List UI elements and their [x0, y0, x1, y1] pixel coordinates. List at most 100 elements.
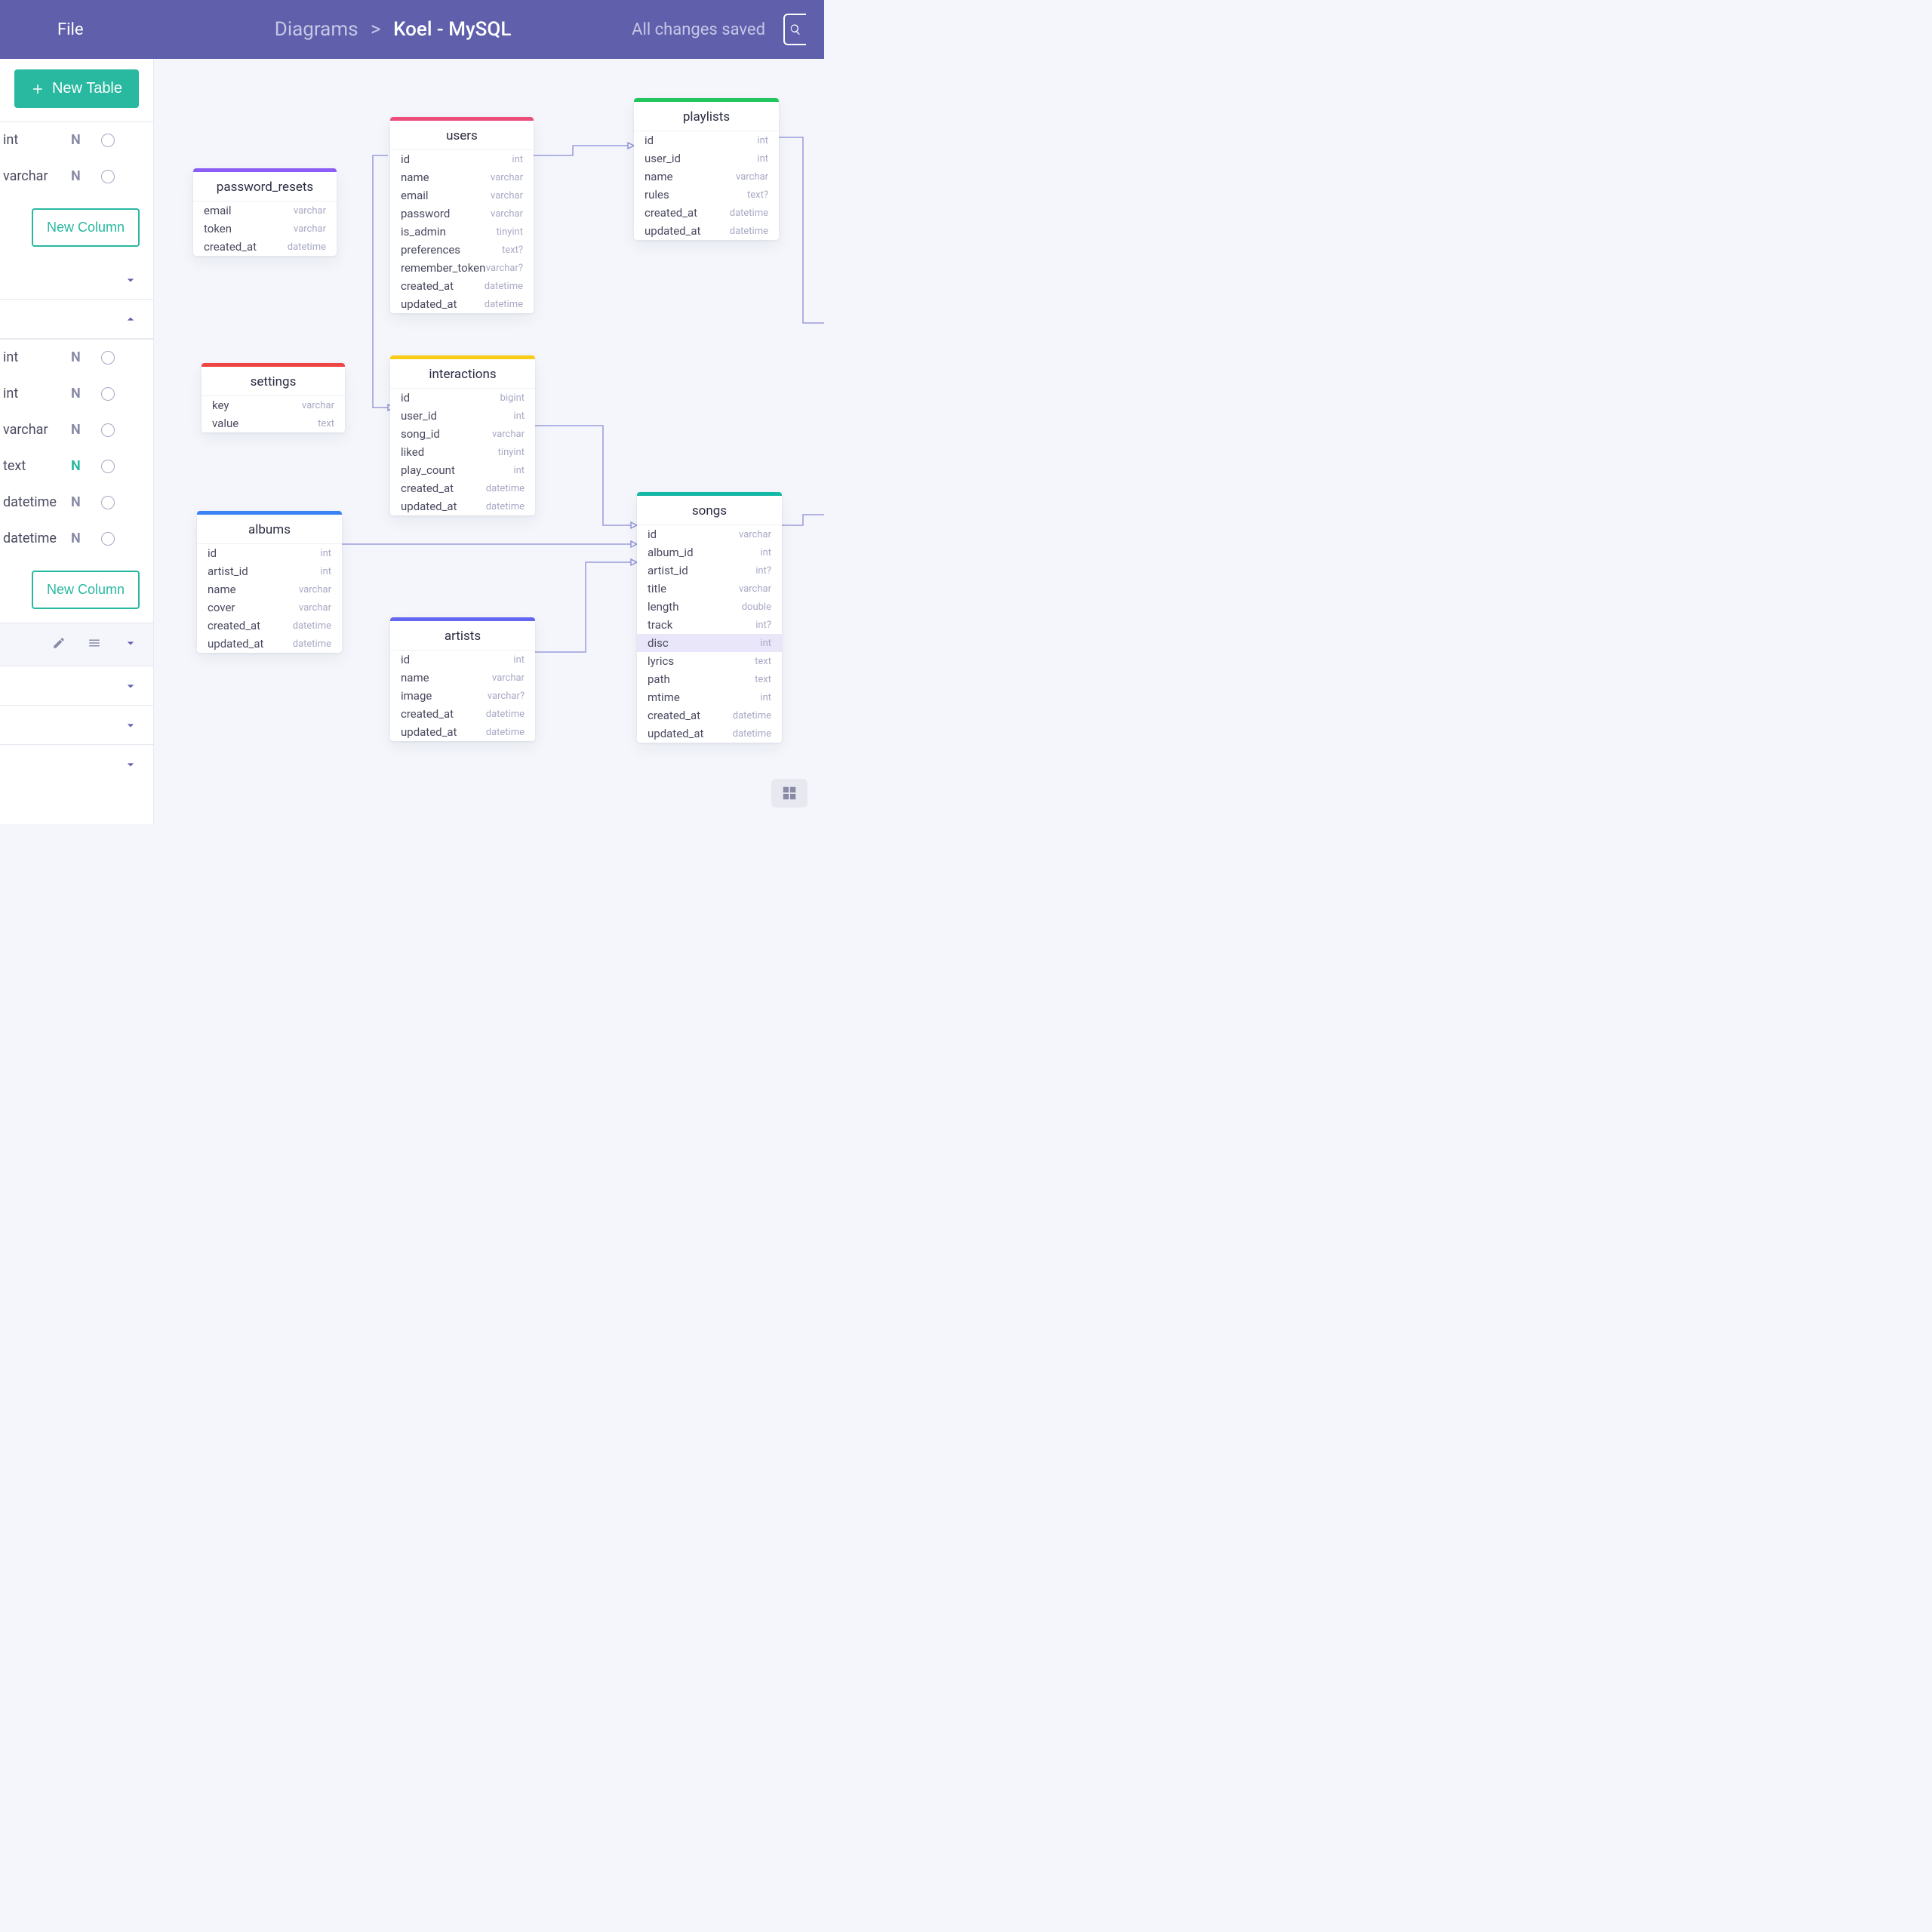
table-column-row[interactable]: pathtext — [637, 670, 782, 688]
sidebar-column-row[interactable]: textN — [0, 448, 153, 485]
table-column-row[interactable]: updated_atdatetime — [390, 497, 535, 515]
section-collapse-e[interactable] — [0, 745, 153, 784]
table-column-row[interactable]: updated_atdatetime — [197, 635, 342, 653]
table-column-row[interactable]: rulestext? — [634, 186, 779, 204]
table-column-row[interactable]: created_atdatetime — [197, 617, 342, 635]
table-column-row[interactable]: user_idint — [634, 149, 779, 168]
table-column-row[interactable]: namevarchar — [197, 580, 342, 598]
radio-circle[interactable] — [101, 496, 115, 509]
grid-view-button[interactable] — [771, 779, 808, 808]
chevron-down-icon — [123, 757, 138, 772]
radio-circle[interactable] — [101, 532, 115, 546]
table-column-row[interactable]: created_atdatetime — [390, 277, 534, 295]
table-column-row[interactable]: created_atdatetime — [637, 706, 782, 724]
table-password_resets[interactable]: password_resetsemailvarchartokenvarcharc… — [193, 168, 337, 256]
table-column-row[interactable]: remember_tokenvarchar? — [390, 259, 534, 277]
section-collapse-c[interactable] — [0, 666, 153, 706]
new-column-button-b[interactable]: New Column — [32, 571, 140, 609]
radio-circle[interactable] — [101, 460, 115, 473]
breadcrumb-diagrams-link[interactable]: Diagrams — [275, 18, 358, 41]
edit-button[interactable] — [52, 636, 66, 653]
table-column-row[interactable]: created_atdatetime — [390, 479, 535, 497]
table-column-row[interactable]: lengthdouble — [637, 598, 782, 616]
table-artists[interactable]: artistsidintnamevarcharimagevarchar?crea… — [390, 617, 535, 741]
column-name: name — [208, 583, 236, 596]
table-column-row[interactable]: user_idint — [390, 407, 535, 425]
table-column-row[interactable]: covervarchar — [197, 598, 342, 617]
table-column-row[interactable]: mtimeint — [637, 688, 782, 706]
table-column-row[interactable]: idint — [197, 544, 342, 562]
column-type: varchar — [739, 529, 771, 540]
search-button[interactable] — [783, 14, 806, 45]
table-title: albums — [197, 515, 342, 544]
radio-circle[interactable] — [101, 351, 115, 365]
diagram-canvas[interactable]: password_resetsemailvarchartokenvarcharc… — [154, 59, 824, 824]
table-column-row[interactable]: preferencestext? — [390, 241, 534, 259]
table-column-row[interactable]: idbigint — [390, 389, 535, 407]
table-column-row[interactable]: updated_atdatetime — [637, 724, 782, 743]
table-column-row[interactable]: passwordvarchar — [390, 205, 534, 223]
table-column-row[interactable]: idvarchar — [637, 525, 782, 543]
table-column-row[interactable]: titlevarchar — [637, 580, 782, 598]
table-column-row[interactable]: album_idint — [637, 543, 782, 561]
table-column-row[interactable]: idint — [390, 651, 535, 669]
table-column-row[interactable]: updated_atdatetime — [390, 295, 534, 313]
nullable-badge: N — [71, 494, 88, 510]
sidebar-column-row[interactable]: datetimeN — [0, 485, 153, 521]
table-column-row[interactable]: idint — [390, 150, 534, 168]
table-albums[interactable]: albumsidintartist_idintnamevarcharcoverv… — [197, 511, 342, 653]
table-column-row[interactable]: idint — [634, 131, 779, 149]
section-expand-b[interactable] — [0, 300, 153, 339]
table-column-row[interactable]: created_atdatetime — [193, 238, 337, 256]
radio-circle[interactable] — [101, 134, 115, 147]
sidebar-column-row[interactable]: intN — [0, 340, 153, 376]
table-songs[interactable]: songsidvarcharalbum_idintartist_idint?ti… — [637, 492, 782, 743]
table-column-row[interactable]: trackint? — [637, 616, 782, 634]
radio-circle[interactable] — [101, 423, 115, 437]
table-column-row[interactable]: updated_atdatetime — [390, 723, 535, 741]
table-column-row[interactable]: tokenvarchar — [193, 220, 337, 238]
file-menu[interactable]: File — [57, 20, 84, 39]
table-column-row[interactable]: created_atdatetime — [634, 204, 779, 222]
radio-circle[interactable] — [101, 387, 115, 401]
new-column-button-a[interactable]: New Column — [32, 208, 140, 247]
table-users[interactable]: usersidintnamevarcharemailvarcharpasswor… — [390, 117, 534, 313]
section-collapse-d[interactable] — [0, 706, 153, 745]
table-settings[interactable]: settingskeyvarcharvaluetext — [202, 363, 345, 432]
table-column-row[interactable]: lyricstext — [637, 652, 782, 670]
table-column-row[interactable]: namevarchar — [390, 168, 534, 186]
sidebar-column-row[interactable]: intN — [0, 122, 153, 158]
section-collapse-a[interactable] — [0, 260, 153, 300]
table-column-row[interactable]: discint — [637, 634, 782, 652]
table-column-row[interactable]: play_countint — [390, 461, 535, 479]
radio-circle[interactable] — [101, 170, 115, 183]
expand-button[interactable] — [123, 635, 138, 654]
table-column-row[interactable]: emailvarchar — [193, 202, 337, 220]
list-button[interactable] — [87, 636, 102, 653]
table-column-row[interactable]: keyvarchar — [202, 396, 345, 414]
sidebar-column-row[interactable]: varcharN — [0, 158, 153, 195]
table-column-row[interactable]: song_idvarchar — [390, 425, 535, 443]
table-column-row[interactable]: imagevarchar? — [390, 687, 535, 705]
table-column-row[interactable]: artist_idint — [197, 562, 342, 580]
table-column-row[interactable]: artist_idint? — [637, 561, 782, 580]
table-column-row[interactable]: namevarchar — [390, 669, 535, 687]
table-column-row[interactable]: likedtinyint — [390, 443, 535, 461]
new-table-button[interactable]: New Table — [14, 69, 139, 108]
nullable-badge: N — [71, 349, 88, 365]
table-column-row[interactable]: emailvarchar — [390, 186, 534, 205]
sidebar-column-row[interactable]: varcharN — [0, 412, 153, 448]
table-column-row[interactable]: is_admintinyint — [390, 223, 534, 241]
column-type: datetime — [486, 483, 525, 494]
sidebar-column-row[interactable]: intN — [0, 376, 153, 412]
column-type: text — [3, 458, 71, 474]
column-type: int — [760, 638, 771, 649]
table-column-row[interactable]: updated_atdatetime — [634, 222, 779, 240]
breadcrumb: Diagrams > Koel - MySQL — [154, 18, 632, 41]
table-column-row[interactable]: created_atdatetime — [390, 705, 535, 723]
sidebar-column-row[interactable]: datetimeN — [0, 521, 153, 557]
table-column-row[interactable]: valuetext — [202, 414, 345, 432]
table-interactions[interactable]: interactionsidbigintuser_idintsong_idvar… — [390, 355, 535, 515]
table-playlists[interactable]: playlistsidintuser_idintnamevarcharrules… — [634, 98, 779, 240]
table-column-row[interactable]: namevarchar — [634, 168, 779, 186]
